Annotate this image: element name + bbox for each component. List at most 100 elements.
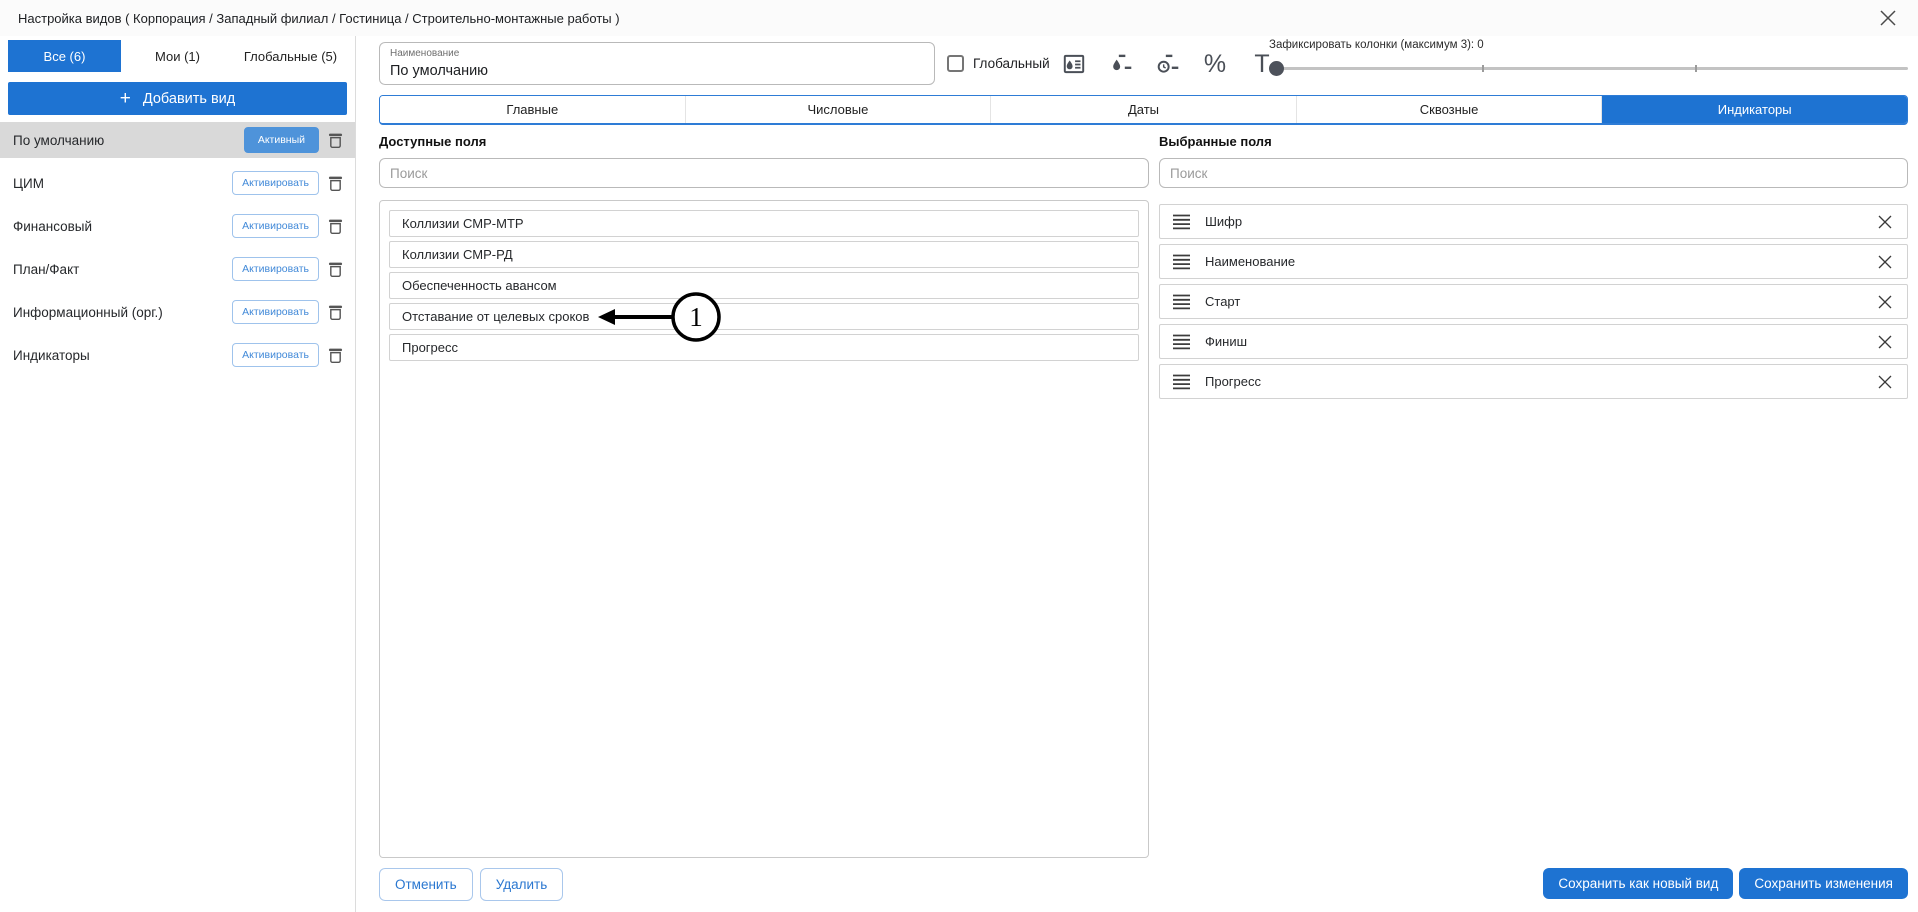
- name-input[interactable]: [380, 60, 934, 82]
- sidebar-tabs: Все (6) Мои (1) Глобальные (5): [8, 40, 347, 72]
- view-name: План/Факт: [13, 262, 232, 277]
- view-row-cim[interactable]: ЦИМ Активировать: [0, 165, 355, 201]
- view-name: Индикаторы: [13, 348, 232, 363]
- tab-numeric-fields[interactable]: Числовые: [686, 96, 992, 123]
- drag-handle-icon[interactable]: [1173, 373, 1190, 391]
- drag-handle-icon[interactable]: [1173, 213, 1190, 231]
- view-settings-dialog: Настройка видов ( Корпорация / Западный …: [0, 0, 1918, 912]
- tab-main-fields[interactable]: Главные: [380, 96, 686, 123]
- selected-field-start[interactable]: Старт: [1159, 284, 1908, 319]
- selected-field-shifr[interactable]: Шифр: [1159, 204, 1908, 239]
- selected-field-progress[interactable]: Прогресс: [1159, 364, 1908, 399]
- available-fields-column: Доступные поля Коллизии СМР-МТР Коллизии…: [379, 134, 1149, 858]
- format-toolbar: % T: [1059, 48, 1277, 80]
- fill-remove-icon[interactable]: [1106, 48, 1136, 80]
- global-checkbox-label: Глобальный: [973, 56, 1050, 71]
- svg-text:1: 1: [689, 302, 703, 332]
- slider-track[interactable]: [1269, 67, 1908, 70]
- activate-button[interactable]: Активировать: [232, 343, 319, 367]
- available-search-input[interactable]: [379, 158, 1149, 188]
- view-name: ЦИМ: [13, 176, 232, 191]
- selected-fields-list: Шифр Наименование: [1159, 204, 1908, 399]
- remove-field-icon[interactable]: [1876, 293, 1894, 311]
- view-name: Информационный (орг.): [13, 305, 232, 320]
- close-icon[interactable]: [1876, 6, 1900, 30]
- tab-my-views[interactable]: Мои (1): [121, 40, 234, 72]
- view-list: По умолчанию Активный ЦИМ Активировать Ф…: [0, 122, 355, 373]
- available-field-obespechennost-avansom[interactable]: Обеспеченность авансом: [389, 272, 1139, 299]
- view-editor: Наименование Глобальный % T Зафиксироват…: [357, 36, 1918, 912]
- view-row-indicators[interactable]: Индикаторы Активировать: [0, 337, 355, 373]
- available-field-kollizii-smr-rd[interactable]: Коллизии СМР-РД: [389, 241, 1139, 268]
- trash-icon[interactable]: [328, 174, 343, 192]
- view-name: Финансовый: [13, 219, 232, 234]
- view-row-default[interactable]: По умолчанию Активный: [0, 122, 355, 158]
- cancel-button[interactable]: Отменить: [379, 868, 473, 901]
- view-name: По умолчанию: [13, 133, 244, 148]
- selected-search-input[interactable]: [1159, 158, 1908, 188]
- selected-field-label: Наименование: [1205, 254, 1876, 269]
- activate-button[interactable]: Активировать: [232, 257, 319, 281]
- tab-cross-fields[interactable]: Сквозные: [1297, 96, 1603, 123]
- activate-button[interactable]: Активировать: [232, 300, 319, 324]
- trash-icon[interactable]: [328, 346, 343, 364]
- available-field-label: Отставание от целевых сроков: [402, 309, 589, 324]
- selected-field-finish[interactable]: Финиш: [1159, 324, 1908, 359]
- tab-indicator-fields[interactable]: Индикаторы: [1602, 96, 1907, 123]
- global-checkbox[interactable]: [947, 55, 964, 72]
- view-row-plan-fact[interactable]: План/Факт Активировать: [0, 251, 355, 287]
- available-field-otstavanie[interactable]: Отставание от целевых сроков 1: [389, 303, 1139, 330]
- selected-field-label: Прогресс: [1205, 374, 1876, 389]
- view-row-financial[interactable]: Финансовый Активировать: [0, 208, 355, 244]
- trash-icon[interactable]: [328, 260, 343, 278]
- selected-field-label: Шифр: [1205, 214, 1876, 229]
- footer-right-buttons: Сохранить как новый вид Сохранить измене…: [1543, 868, 1908, 899]
- trash-icon[interactable]: [328, 303, 343, 321]
- drag-handle-icon[interactable]: [1173, 253, 1190, 271]
- trash-icon[interactable]: [328, 217, 343, 235]
- tab-all-views[interactable]: Все (6): [8, 40, 121, 72]
- view-name-field[interactable]: Наименование: [379, 42, 935, 85]
- save-changes-button[interactable]: Сохранить изменения: [1739, 868, 1908, 899]
- remove-field-icon[interactable]: [1876, 333, 1894, 351]
- save-as-new-view-button[interactable]: Сохранить как новый вид: [1543, 868, 1733, 899]
- available-field-progress[interactable]: Прогресс: [389, 334, 1139, 361]
- add-view-button[interactable]: + Добавить вид: [8, 82, 347, 115]
- percent-icon[interactable]: %: [1200, 48, 1230, 80]
- global-checkbox-group: Глобальный: [947, 55, 1050, 72]
- drag-handle-icon[interactable]: [1173, 333, 1190, 351]
- field-category-tabs: Главные Числовые Даты Сквозные Индикатор…: [379, 95, 1908, 125]
- tab-global-views[interactable]: Глобальные (5): [234, 40, 347, 72]
- selected-field-label: Старт: [1205, 294, 1876, 309]
- view-row-informational[interactable]: Информационный (орг.) Активировать: [0, 294, 355, 330]
- selected-fields-column: Выбранные поля Шифр Наименование: [1159, 134, 1908, 404]
- remove-field-icon[interactable]: [1876, 213, 1894, 231]
- name-field-label: Наименование: [390, 48, 459, 59]
- freeze-columns-slider[interactable]: [1269, 60, 1908, 76]
- activate-button[interactable]: Активировать: [232, 214, 319, 238]
- views-sidebar: Все (6) Мои (1) Глобальные (5) + Добавит…: [0, 36, 356, 912]
- conditional-fill-icon[interactable]: [1059, 48, 1089, 80]
- plus-icon: +: [120, 89, 131, 108]
- slider-tick: [1482, 65, 1484, 72]
- add-view-label: Добавить вид: [143, 91, 235, 107]
- available-fields-title: Доступные поля: [379, 134, 1149, 150]
- remove-field-icon[interactable]: [1876, 253, 1894, 271]
- remove-field-icon[interactable]: [1876, 373, 1894, 391]
- freeze-columns-group: Зафиксировать колонки (максимум 3): 0: [1269, 39, 1908, 76]
- available-field-kollizii-smr-mtr[interactable]: Коллизии СМР-МТР: [389, 210, 1139, 237]
- trash-icon[interactable]: [328, 131, 343, 149]
- available-fields-list: Коллизии СМР-МТР Коллизии СМР-РД Обеспеч…: [379, 200, 1149, 858]
- selected-fields-title: Выбранные поля: [1159, 134, 1908, 150]
- selected-field-naimenovanie[interactable]: Наименование: [1159, 244, 1908, 279]
- drag-handle-icon[interactable]: [1173, 293, 1190, 311]
- active-badge[interactable]: Активный: [244, 127, 319, 153]
- tab-date-fields[interactable]: Даты: [991, 96, 1297, 123]
- dialog-title: Настройка видов ( Корпорация / Западный …: [18, 11, 620, 26]
- footer-left-buttons: Отменить Удалить: [379, 868, 563, 901]
- slider-thumb[interactable]: [1269, 61, 1284, 76]
- delete-button[interactable]: Удалить: [480, 868, 564, 901]
- freeze-columns-label: Зафиксировать колонки (максимум 3): 0: [1269, 39, 1908, 51]
- activate-button[interactable]: Активировать: [232, 171, 319, 195]
- time-remove-icon[interactable]: [1153, 48, 1183, 80]
